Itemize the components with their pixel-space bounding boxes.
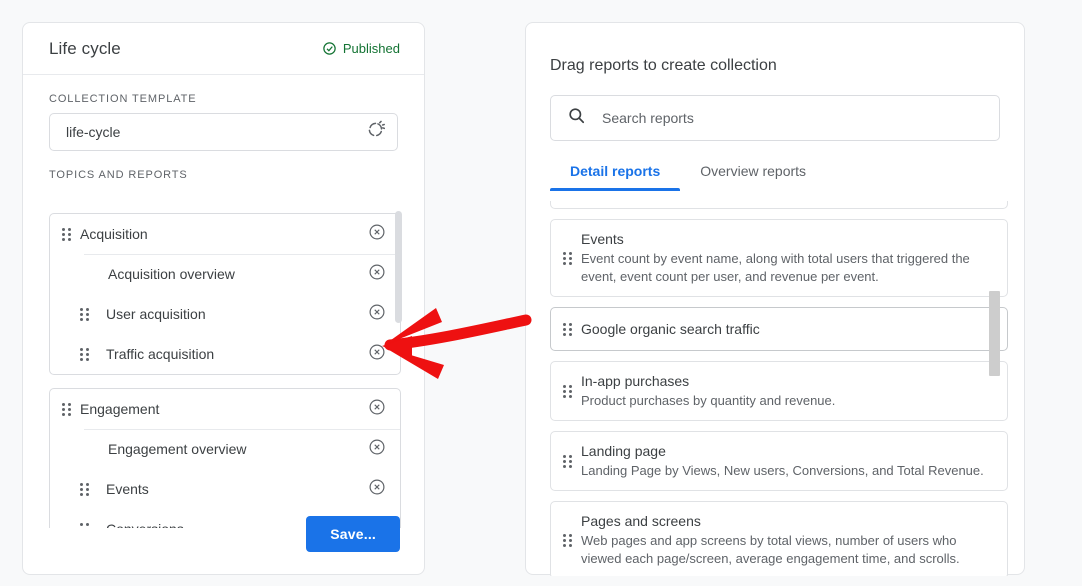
report-item-landing-page[interactable]: Landing page Landing Page by Views, New … [550,431,1008,491]
search-reports-box[interactable]: Search reports [550,95,1000,141]
check-circle-icon [322,41,337,56]
topics-scrollbar-track[interactable] [395,209,402,527]
reports-panel-title: Drag reports to create collection [550,57,1024,75]
drag-handle-icon[interactable] [563,453,573,469]
reports-scrollbar-track[interactable] [989,203,1000,578]
topic-label: Acquisition [80,226,368,242]
report-item-description: Event count by event name, along with to… [581,250,993,286]
remove-icon[interactable] [368,478,386,501]
drag-handle-icon[interactable] [62,226,72,242]
drag-handle-icon[interactable] [563,250,573,266]
remove-icon[interactable] [368,223,386,246]
tab-overview-reports[interactable]: Overview reports [680,163,826,191]
report-row-user-acquisition[interactable]: User acquisition [50,294,400,334]
topic-row-engagement[interactable]: Engagement [50,389,400,429]
report-row-traffic-acquisition[interactable]: Traffic acquisition [50,334,400,374]
remove-icon[interactable] [368,263,386,286]
report-item-in-app-purchases[interactable]: In-app purchases Product purchases by qu… [550,361,1008,421]
report-row-acquisition-overview[interactable]: Acquisition overview [50,254,400,294]
drag-handle-icon[interactable] [563,383,573,399]
report-item-description: Product purchases by quantity and revenu… [581,392,993,410]
reports-scrollbar-thumb[interactable] [989,291,1000,376]
report-item-title: Pages and screens [581,512,993,531]
report-label: Traffic acquisition [98,346,368,362]
collection-editor-panel: Life cycle Published COLLECTION TEMPLATE… [22,22,425,575]
report-item-pages-and-screens[interactable]: Pages and screens Web pages and app scre… [550,501,1008,576]
topic-group: Engagement Engagement overview [49,388,401,528]
search-icon [567,106,586,130]
collection-template-label: COLLECTION TEMPLATE [49,93,424,105]
report-row-engagement-overview[interactable]: Engagement overview [50,429,400,469]
report-label: Acquisition overview [80,266,368,282]
report-label: User acquisition [98,306,368,322]
drag-handle-icon[interactable] [80,481,90,497]
save-button-row: Save... [306,516,400,552]
save-button[interactable]: Save... [306,516,400,552]
left-panel-header: Life cycle Published [23,23,424,75]
search-input[interactable]: Search reports [602,110,694,126]
drag-handle-placeholder-icon [62,266,72,282]
report-item-title: In-app purchases [581,372,993,391]
report-item-text: In-app purchases Product purchases by qu… [581,372,993,410]
report-label: Engagement overview [80,441,368,457]
report-item-events[interactable]: Events Event count by event name, along … [550,219,1008,297]
report-row-events[interactable]: Events [50,469,400,509]
report-item-description: Web pages and app screens by total views… [581,532,993,568]
remove-icon[interactable] [368,438,386,461]
report-item-text: Google organic search traffic [581,320,993,339]
remove-icon[interactable] [368,343,386,366]
status-badge-label: Published [343,41,400,56]
topic-row-acquisition[interactable]: Acquisition [50,214,400,254]
drag-handle-icon[interactable] [62,401,72,417]
topic-group: Acquisition Acquisition overview [49,213,401,375]
report-item-text: Landing page Landing Page by Views, New … [581,442,993,480]
topics-scrollbar-thumb[interactable] [395,211,402,323]
remove-icon[interactable] [368,398,386,421]
drag-handle-icon[interactable] [80,346,90,362]
collection-template-value: life-cycle [66,124,120,140]
report-item-title: Events [581,230,993,249]
loading-spinner-icon [366,120,385,144]
reports-tabs: Detail reports Overview reports [550,163,1024,191]
topics-and-reports-label: TOPICS AND REPORTS [49,169,424,181]
report-item-title: Landing page [581,442,993,461]
status-badge: Published [322,41,400,56]
report-item-text: Pages and screens Web pages and app scre… [581,512,993,568]
reports-list-scroll-region[interactable]: Item purchases by views, cart activity, … [550,201,1008,576]
reports-library-panel: Drag reports to create collection Search… [525,22,1025,575]
drag-handle-placeholder-icon [62,441,72,457]
report-item[interactable]: Item purchases by views, cart activity, … [550,201,1008,209]
topics-list-scroll-region[interactable]: Acquisition Acquisition overview [49,213,401,528]
report-item-text: Events Event count by event name, along … [581,230,993,286]
collection-template-field[interactable]: life-cycle [49,113,398,151]
report-label: Events [98,481,368,497]
drag-handle-icon[interactable] [563,321,573,337]
report-item-description: Landing Page by Views, New users, Conver… [581,462,993,480]
remove-icon[interactable] [368,303,386,326]
report-item-google-organic-search-traffic[interactable]: Google organic search traffic [550,307,1008,351]
topic-label: Engagement [80,401,368,417]
tab-detail-reports[interactable]: Detail reports [550,163,680,191]
report-item-title: Google organic search traffic [581,320,993,339]
drag-handle-icon[interactable] [563,532,573,548]
drag-handle-icon[interactable] [80,521,90,528]
drag-handle-icon[interactable] [80,306,90,322]
page-title: Life cycle [49,39,121,59]
